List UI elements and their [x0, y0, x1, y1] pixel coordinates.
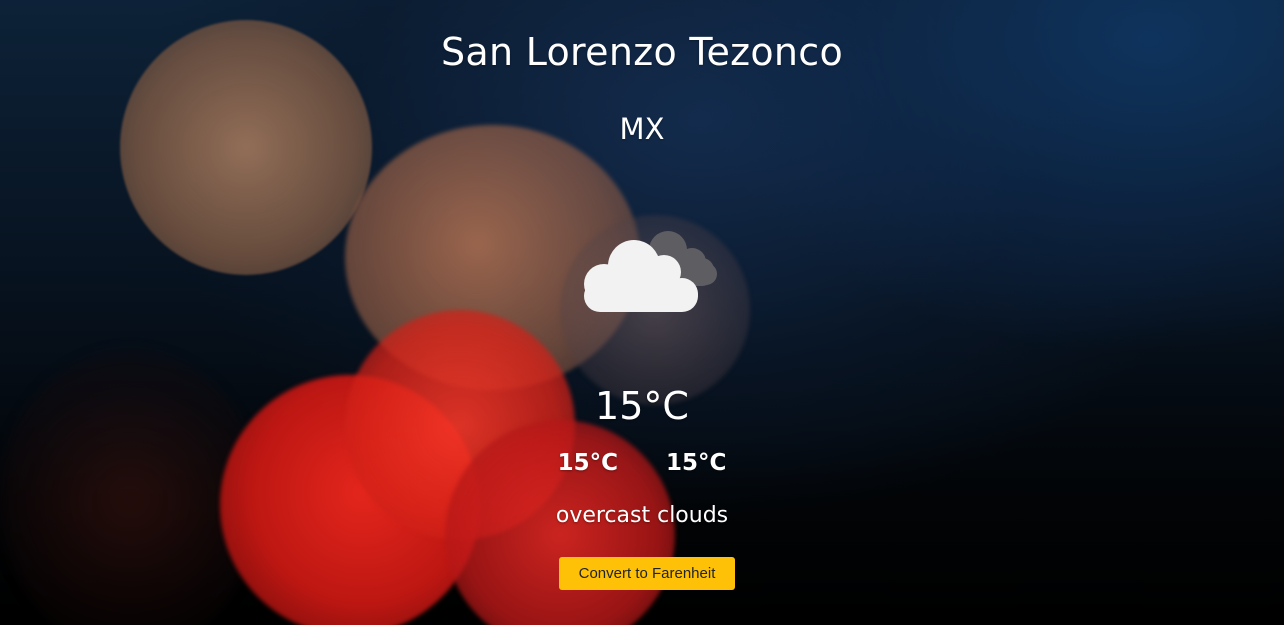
overcast-clouds-icon: [572, 222, 720, 322]
min-temperature: 15°C: [557, 450, 618, 476]
max-temperature: 15°C: [666, 450, 727, 476]
convert-to-fahrenheit-button[interactable]: Convert to Farenheit: [559, 557, 735, 590]
current-temperature: 15°C: [595, 384, 689, 428]
weather-card: San Lorenzo Tezonco MX 15°C 15°C 15°C ov…: [0, 0, 1284, 625]
city-name: San Lorenzo Tezonco: [440, 30, 844, 74]
temperature-range: 15°C 15°C: [0, 450, 1284, 476]
weather-description: overcast clouds: [555, 503, 729, 528]
country-code: MX: [619, 112, 665, 146]
